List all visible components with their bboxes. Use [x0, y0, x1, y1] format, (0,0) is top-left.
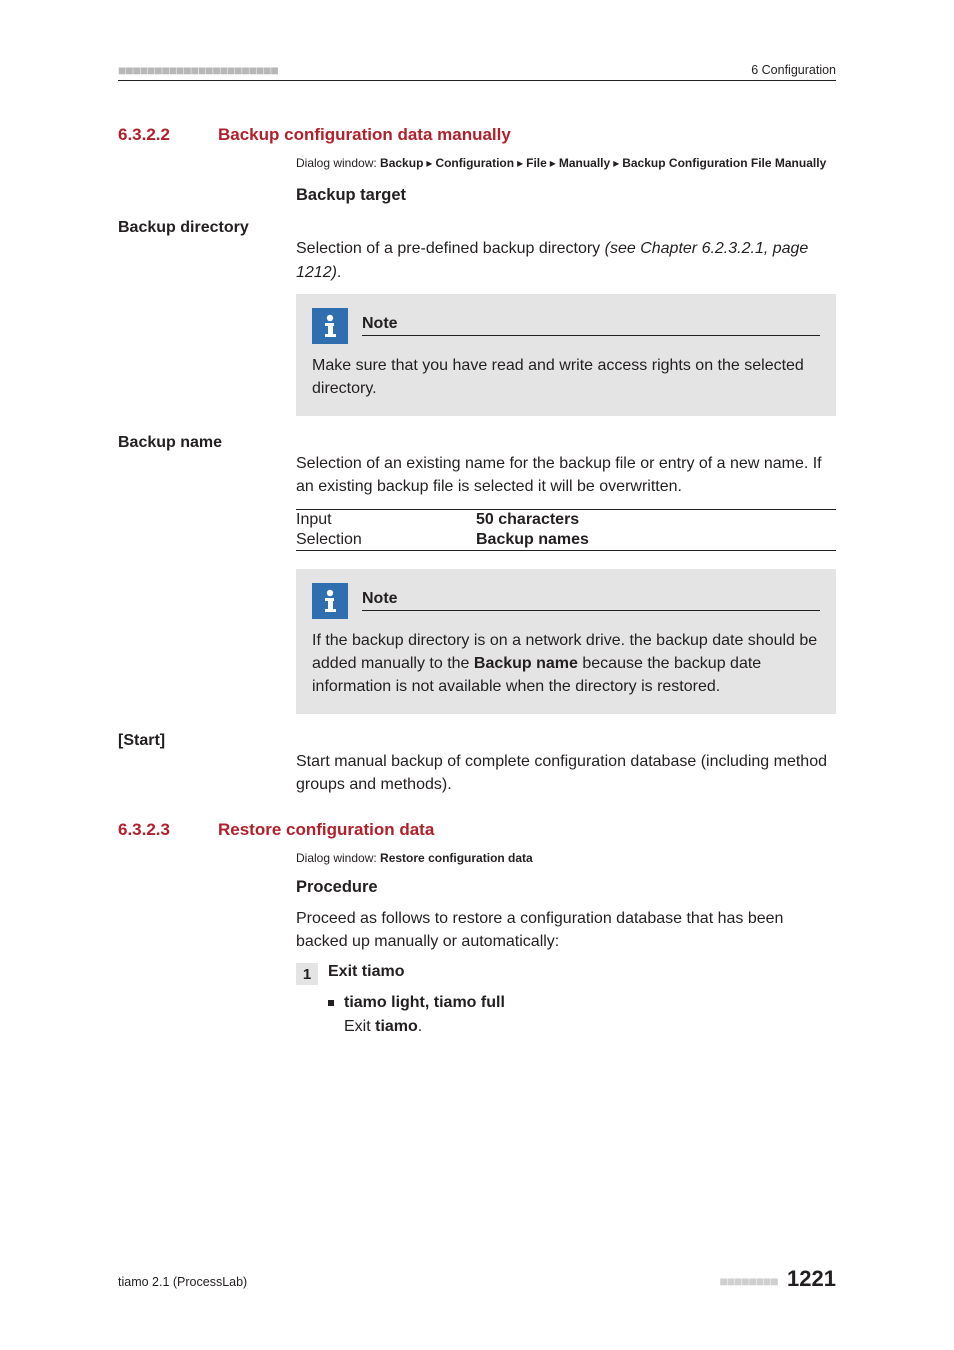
bullet-icon [328, 1000, 334, 1006]
dialog-lead: Dialog window: [296, 851, 380, 865]
dialog-part: Backup [380, 156, 423, 170]
backup-name-spec-table: Input 50 characters Selection Backup nam… [296, 509, 836, 551]
info-icon [312, 308, 348, 344]
step-title: Exit tiamo [328, 963, 404, 981]
note-box-access-rights: Note Make sure that you have read and wr… [296, 294, 836, 416]
section-title: Backup configuration data manually [218, 125, 511, 145]
text-fragment: Backup name [474, 655, 578, 672]
step-number: 1 [296, 963, 318, 985]
text-fragment: . [418, 1018, 422, 1035]
spec-val: Backup names [476, 531, 589, 549]
table-row: Input 50 characters [296, 510, 836, 530]
table-row: Selection Backup names [296, 530, 836, 550]
section-number: 6.3.2.2 [118, 125, 218, 145]
header-ornament-left: ■■■■■■■■■■■■■■■■■■■■■■ [118, 62, 278, 78]
subheading-backup-target: Backup target [296, 186, 836, 205]
dialog-window-path-1: Dialog window: Backup▸Configuration▸File… [296, 155, 836, 172]
text-fragment: Exit [344, 1018, 375, 1035]
step-body: tiamo light, tiamo full Exit tiamo. [328, 991, 836, 1039]
dialog-lead: Dialog window: [296, 156, 380, 170]
procedure-step: 1 Exit tiamo [296, 963, 836, 985]
section-number: 6.3.2.3 [118, 820, 218, 840]
dialog-part: File [526, 156, 547, 170]
page-footer: tiamo 2.1 (ProcessLab) ■■■■■■■■ 1221 [118, 1266, 836, 1292]
dialog-part: Manually [559, 156, 610, 170]
dialog-part: Restore configuration data [380, 851, 533, 865]
page-header: ■■■■■■■■■■■■■■■■■■■■■■ 6 Configuration [118, 62, 836, 81]
text-fragment: Selection of a pre-defined backup direct… [296, 240, 605, 257]
footer-right: ■■■■■■■■ 1221 [720, 1266, 837, 1292]
subheading-procedure: Procedure [296, 878, 836, 897]
step-bullet-line: Exit tiamo. [344, 1015, 505, 1039]
procedure-text: Proceed as follows to restore a configur… [296, 907, 836, 953]
dialog-part: Backup Configuration File Manually [622, 156, 826, 170]
text-fragment: tiamo [375, 1018, 418, 1035]
step-bullet-bold: tiamo light, tiamo full [344, 991, 505, 1015]
section-heading-backup-manual: 6.3.2.2 Backup configuration data manual… [118, 125, 836, 145]
spec-key: Input [296, 511, 476, 529]
section-heading-restore: 6.3.2.3 Restore configuration data [118, 820, 836, 840]
note-box-network-drive: Note If the backup directory is on a net… [296, 569, 836, 715]
label-start: [Start] [118, 732, 286, 750]
backup-name-text: Selection of an existing name for the ba… [296, 452, 836, 498]
footer-product: tiamo 2.1 (ProcessLab) [118, 1275, 247, 1289]
info-icon [312, 583, 348, 619]
dialog-part: Configuration [435, 156, 514, 170]
label-backup-directory: Backup directory [118, 219, 286, 237]
note-title: Note [362, 590, 398, 607]
note-text: If the backup directory is on a network … [312, 629, 820, 699]
note-text: Make sure that you have read and write a… [312, 354, 820, 400]
backup-directory-text: Selection of a pre-defined backup direct… [296, 237, 836, 283]
page-number: 1221 [787, 1266, 836, 1291]
spec-key: Selection [296, 531, 476, 549]
header-chapter: 6 Configuration [751, 63, 836, 77]
label-backup-name: Backup name [118, 434, 286, 452]
text-fragment: . [337, 264, 341, 281]
footer-ornament: ■■■■■■■■ [720, 1273, 778, 1289]
dialog-window-path-2: Dialog window: Restore configuration dat… [296, 850, 836, 867]
section-title: Restore configuration data [218, 820, 434, 840]
note-title: Note [362, 315, 398, 332]
spec-val: 50 characters [476, 511, 579, 529]
start-text: Start manual backup of complete configur… [296, 750, 836, 796]
